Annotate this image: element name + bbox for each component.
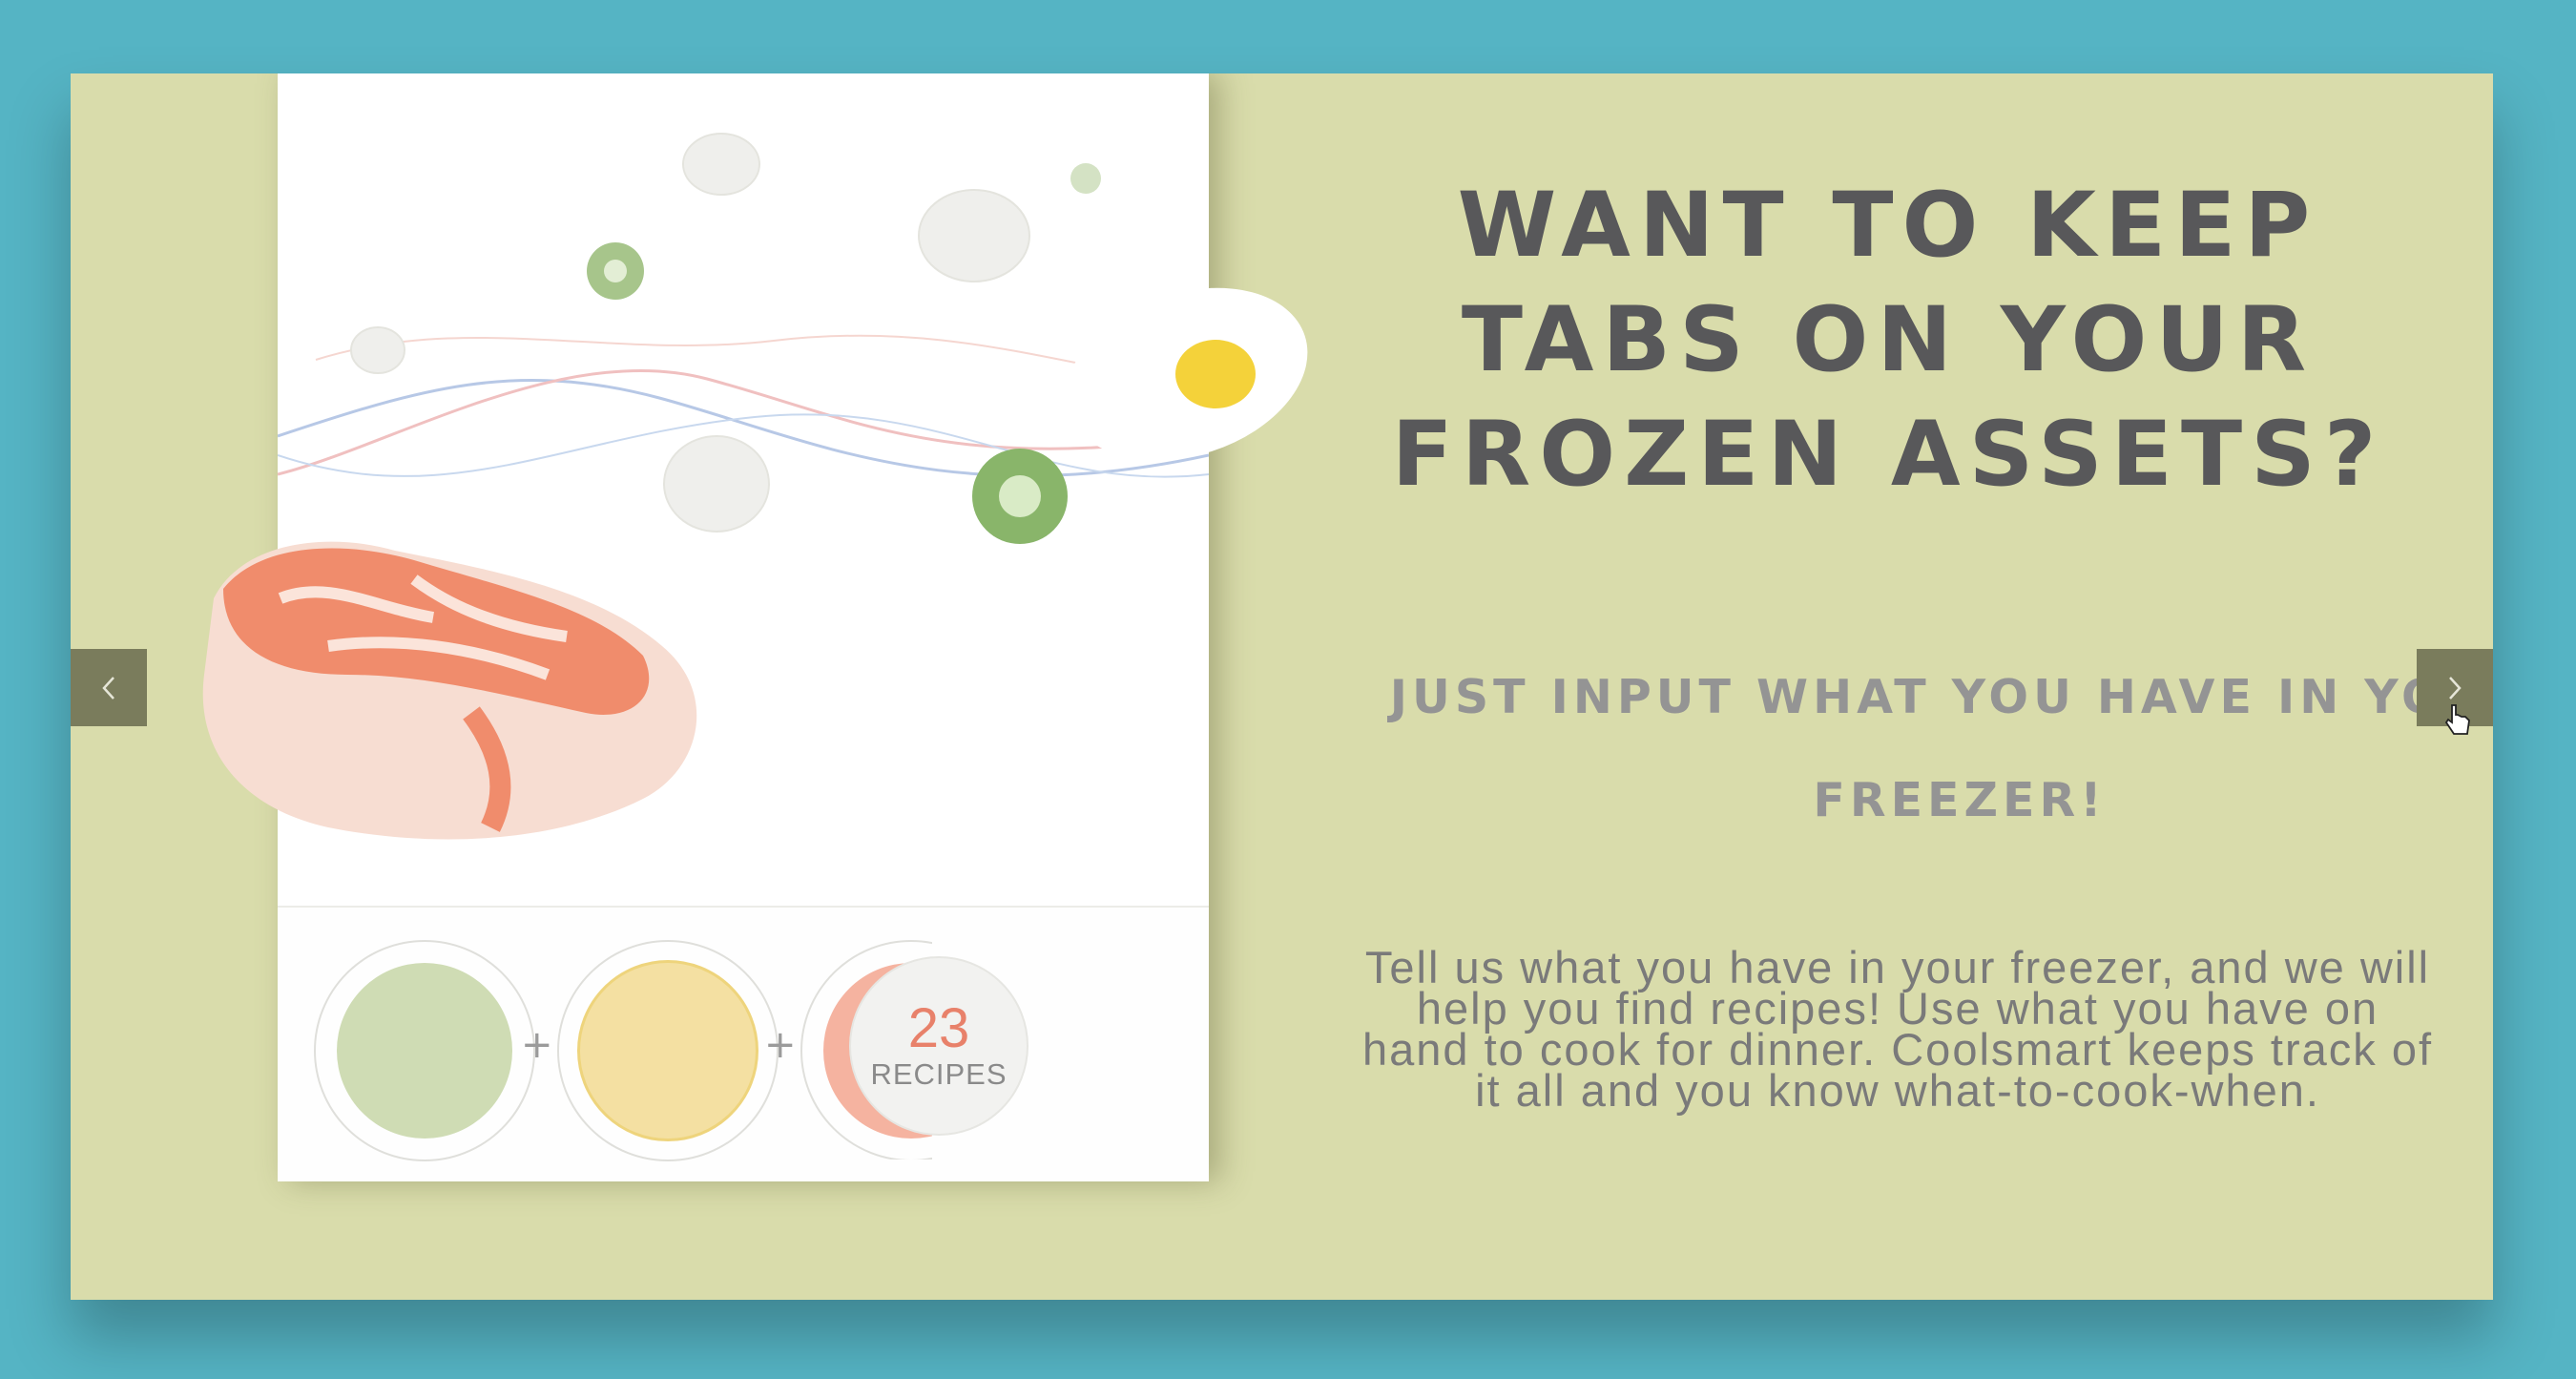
plus-icon: + (764, 1023, 797, 1067)
chevron-right-icon (2449, 676, 2462, 700)
steak-illustration (202, 541, 697, 840)
hand-cursor-icon (2444, 704, 2470, 735)
ingredient-slot-2[interactable] (557, 940, 779, 1161)
ingredient-circle-yellow (577, 960, 758, 1141)
slide-body-text: Tell us what you have in your freezer, a… (1361, 942, 2434, 1116)
recipes-count: 23 (907, 997, 970, 1059)
chevron-left-icon (102, 676, 114, 700)
slide-heading: WANT TO KEEP TABS ON YOUR FROZEN ASSETS? (1391, 174, 2385, 507)
recipes-count-badge[interactable]: 23 RECIPES (849, 956, 1028, 1136)
recipes-label: RECIPES (870, 1057, 1008, 1091)
ingredient-slot-1[interactable] (314, 940, 535, 1161)
slide-subheading: JUST INPUT WHAT YOU HAVE IN YOUR FREEZER… (1389, 670, 2493, 827)
carousel-slide: + + 23 RECIPES WANT TO KEEP TABS ON YOUR… (71, 73, 2493, 1300)
ingredient-circle-green (337, 963, 512, 1139)
previous-slide-button[interactable] (71, 649, 147, 726)
plus-icon: + (521, 1023, 553, 1067)
egg-illustration (1066, 287, 1308, 461)
